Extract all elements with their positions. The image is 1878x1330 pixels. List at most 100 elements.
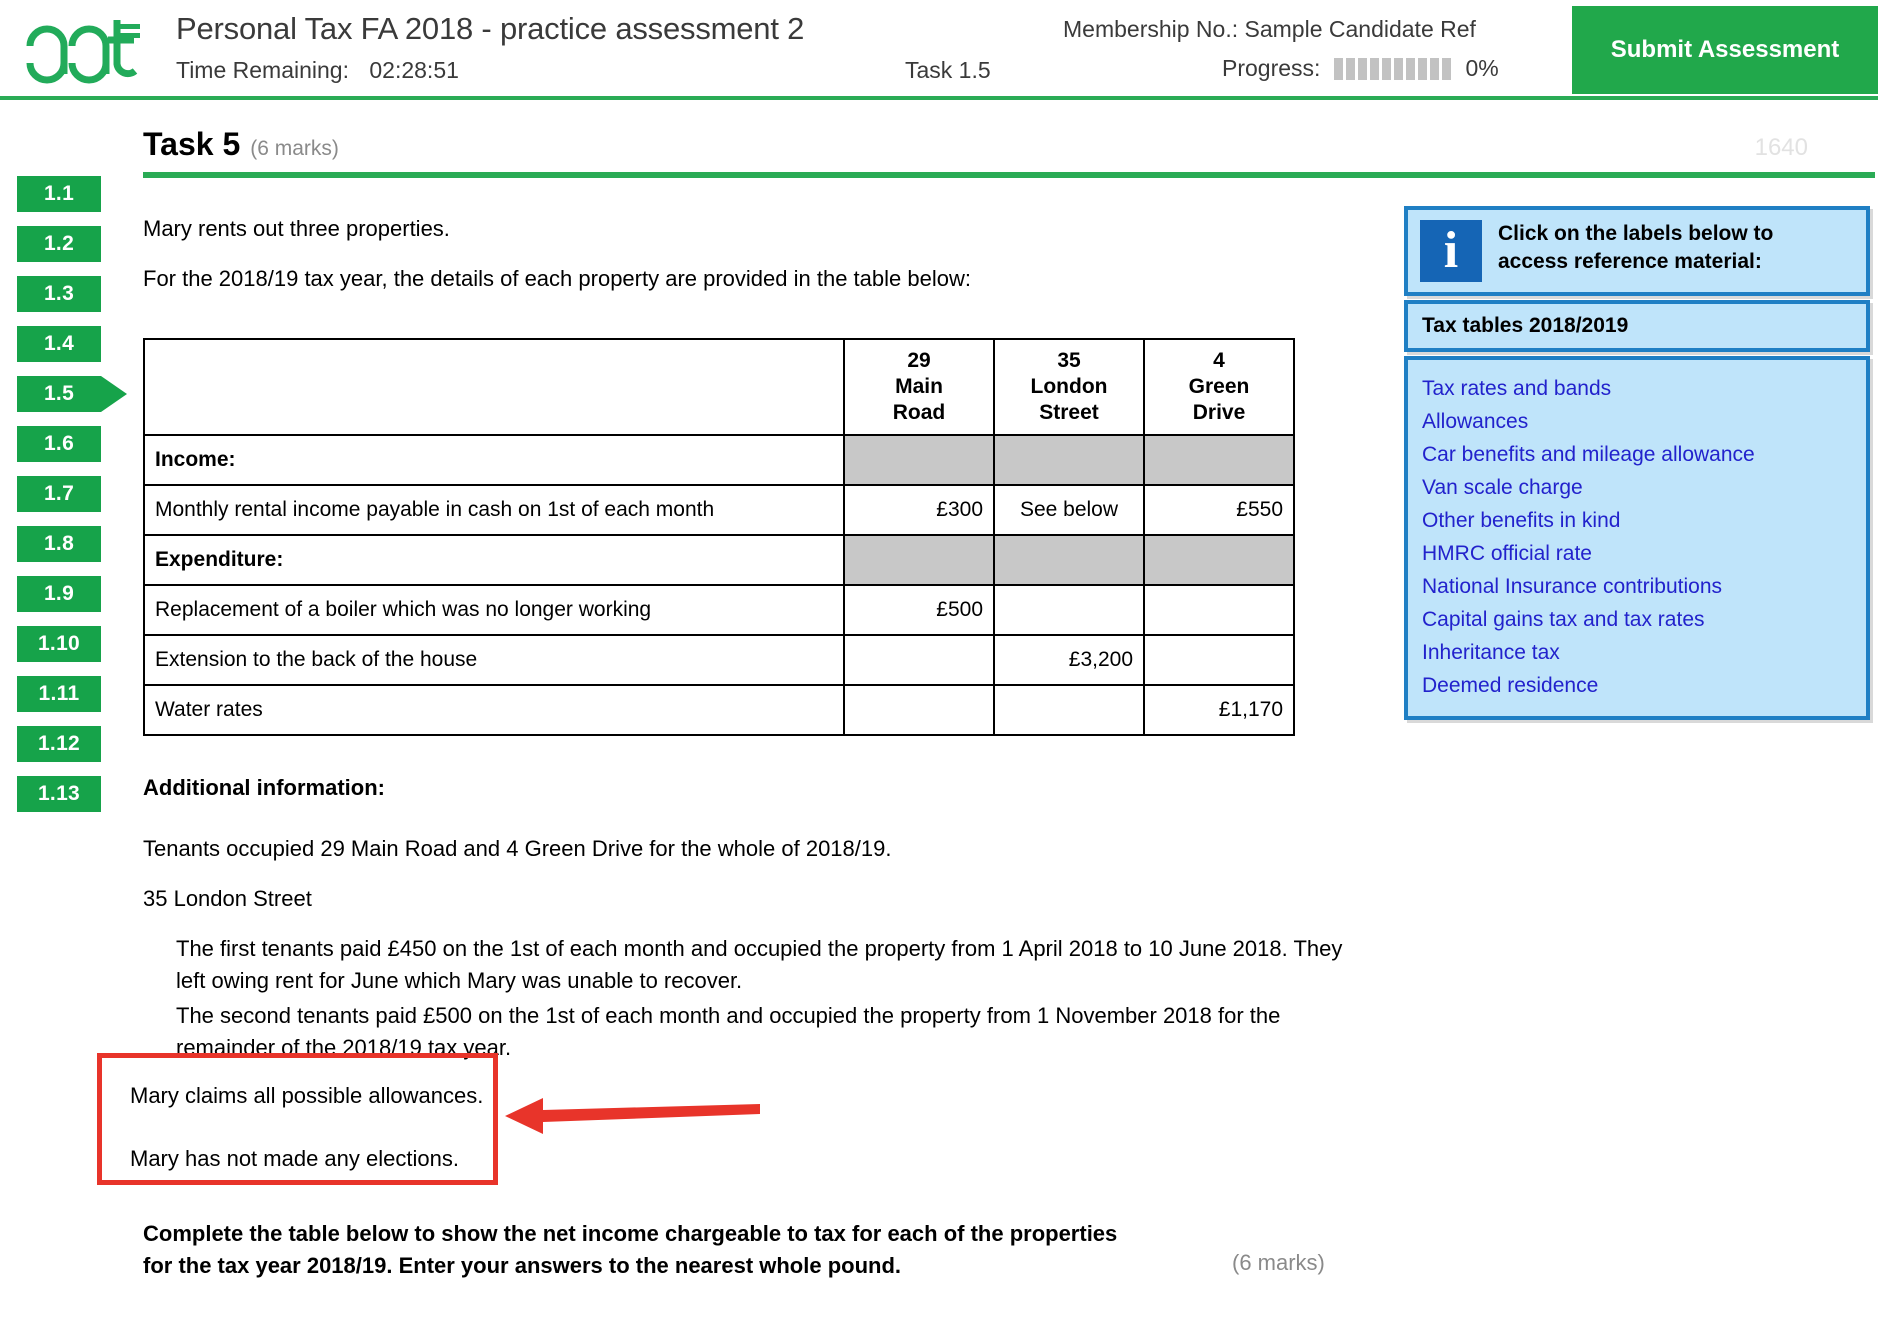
nav-task-1-4[interactable]: 1.4 [17,326,101,362]
reference-link-car-benefits-and-mileage-allowance[interactable]: Car benefits and mileage allowance [1422,438,1852,471]
col-head-line3: Street [1039,401,1099,424]
reference-link-national-insurance-contributions[interactable]: National Insurance contributions [1422,570,1852,603]
table-cell [843,534,995,586]
membership-number: Membership No.: Sample Candidate Ref [1063,16,1476,42]
progress-label: Progress: [1222,55,1321,81]
col-head-line2: London [1030,375,1108,398]
intro-paragraph-1: Mary rents out three properties. [143,216,450,241]
progress-segment [1406,57,1416,80]
nav-task-1-6[interactable]: 1.6 [17,426,101,462]
nav-task-1-11[interactable]: 1.11 [17,676,101,712]
nav-task-1-1[interactable]: 1.1 [17,176,101,212]
reference-link-capital-gains-tax-and-tax-rates[interactable]: Capital gains tax and tax rates [1422,603,1852,636]
table-cell: £3,200 [993,634,1145,686]
row-section-label: Expenditure: [143,534,845,586]
time-remaining: Time Remaining: 02:28:51 [176,56,896,84]
table-row: Water rates £1,170 [143,684,1295,736]
task-code: 1640 [1754,134,1808,161]
current-task-indicator: Task 1.5 [905,57,991,83]
progress-segment [1418,57,1428,80]
reference-link-van-scale-charge[interactable]: Van scale charge [1422,471,1852,504]
nav-task-1-7[interactable]: 1.7 [17,476,101,512]
row-description: Monthly rental income payable in cash on… [143,484,845,536]
row-description: Extension to the back of the house [143,634,845,686]
additional-info-first-tenants: The first tenants paid £450 on the 1st o… [176,936,1343,993]
reference-link-deemed-residence[interactable]: Deemed residence [1422,669,1852,702]
annotation-arrow-icon [505,1098,760,1134]
nav-task-1-8[interactable]: 1.8 [17,526,101,562]
nav-task-1-3[interactable]: 1.3 [17,276,101,312]
table-cell [993,534,1145,586]
submit-assessment-button[interactable]: Submit Assessment [1572,6,1878,94]
task-marks: (6 marks) [250,137,339,160]
exam-title: Personal Tax FA 2018 - practice assessme… [176,11,805,46]
reference-info-text: Click on the labels below to access refe… [1498,220,1773,276]
reference-links-list: Tax rates and bands Allowances Car benefit… [1404,356,1870,720]
progress-percent: 0% [1465,55,1499,81]
info-icon: i [1420,220,1482,282]
progress-segment [1394,57,1404,80]
nav-task-1-5[interactable]: 1.5 [17,376,127,412]
table-body: Income: Monthly rental income payable in … [143,434,1295,736]
col-head-line1: 29 [907,349,931,372]
table-row: Replacement of a boiler which was no lon… [143,584,1295,636]
col-head-line1: 4 [1213,349,1225,372]
progress-area: Progress: 0% [1222,55,1499,82]
time-remaining-value: 02:28:51 [369,57,459,83]
table-cell [993,684,1145,736]
col-head-line2: Main [895,375,943,398]
table-cell [843,684,995,736]
row-section-label: Income: [143,434,845,486]
reference-link-tax-rates-and-bands[interactable]: Tax rates and bands [1422,372,1852,405]
page-title: Task 5 [143,126,241,162]
task-navigation-sidebar: 1.1 1.2 1.3 1.4 1.5 1.6 1.7 1.8 1.9 1.10 1.11 1.12 1… [0,176,130,826]
progress-segment [1442,57,1452,80]
row-description: Replacement of a boiler which was no lon… [143,584,845,636]
table-cell [843,434,995,486]
reference-info-line-1: Click on the labels below to [1498,222,1774,245]
additional-info-property-label: 35 London Street [143,886,312,911]
annotation-line-1: Mary claims all possible allowances. [130,1083,484,1108]
progress-segment [1334,57,1344,80]
tax-tables-button[interactable]: Tax tables 2018/2019 [1404,300,1870,352]
annotation-line-2: Mary has not made any elections. [130,1146,459,1171]
col-head-line3: Drive [1192,401,1246,424]
table-cell [993,434,1145,486]
table-cell: See below [993,484,1145,536]
table-cell: £500 [843,584,995,636]
column-header-35-london-street: 35 London Street [993,338,1145,436]
task-instruction: Complete the table below to show the net… [143,1221,1118,1278]
progress-bar [1334,57,1452,80]
nav-task-1-13[interactable]: 1.13 [17,776,101,812]
table-cell [1143,584,1295,636]
col-head-line3: Road [892,401,946,424]
reference-link-allowances[interactable]: Allowances [1422,405,1852,438]
additional-information-heading: Additional information: [143,775,385,800]
table-corner-cell [143,338,845,436]
instruction-marks: (6 marks) [1232,1250,1325,1275]
task-divider [143,172,1875,178]
reference-link-inheritance-tax[interactable]: Inheritance tax [1422,636,1852,669]
additional-information-section: Additional information: Tenants occupied… [143,775,1373,1060]
intro-paragraph-2: For the 2018/19 tax year, the details of… [143,266,971,291]
col-head-line2: Green [1188,375,1250,398]
reference-info-line-2: access reference material: [1498,250,1762,273]
reference-material-panel: i Click on the labels below to access re… [1404,206,1870,720]
reference-link-hmrc-official-rate[interactable]: HMRC official rate [1422,537,1852,570]
nav-task-1-10[interactable]: 1.10 [17,626,101,662]
table-cell [1143,634,1295,686]
exam-title-block: Personal Tax FA 2018 - practice assessme… [176,10,896,84]
table-cell: £300 [843,484,995,536]
table-cell [843,634,995,686]
reference-link-other-benefits-in-kind[interactable]: Other benefits in kind [1422,504,1852,537]
nav-task-1-12[interactable]: 1.12 [17,726,101,762]
top-bar: Personal Tax FA 2018 - practice assessme… [0,0,1878,100]
reference-info-header: i Click on the labels below to access re… [1404,206,1870,296]
progress-segment [1358,57,1368,80]
table-row: Extension to the back of the house £3,200 [143,634,1295,686]
table-row: Monthly rental income payable in cash on… [143,484,1295,536]
nav-task-1-2[interactable]: 1.2 [17,226,101,262]
nav-task-1-9[interactable]: 1.9 [17,576,101,612]
table-row: Income: [143,434,1295,486]
progress-segment [1430,57,1440,80]
